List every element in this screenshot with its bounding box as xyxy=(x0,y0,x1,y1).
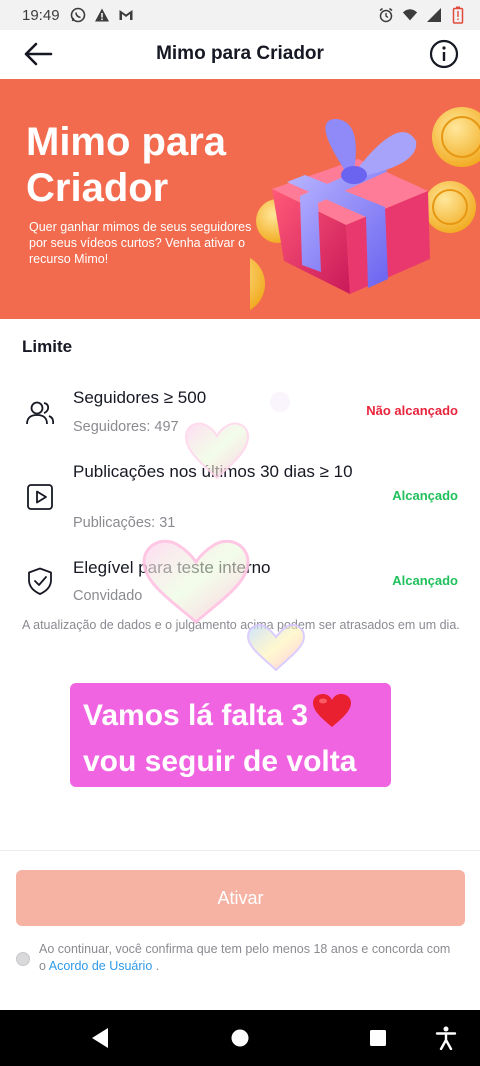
divider xyxy=(0,850,480,851)
sticker-line-1: Vamos lá falta 3 xyxy=(83,693,391,741)
status-time: 19:49 xyxy=(22,6,60,24)
heart-bubble xyxy=(142,539,250,625)
nav-back-button[interactable] xyxy=(86,1024,114,1052)
circle-home-icon xyxy=(231,1029,249,1047)
status-label: Alcançado xyxy=(392,573,458,588)
accessibility-button[interactable] xyxy=(432,1024,460,1052)
requirement-detail: Publicações: 31 xyxy=(73,515,176,531)
consent-text-after: . xyxy=(152,959,160,973)
promo-banner: Mimo para Criador Quer ganhar mimos de s… xyxy=(0,79,480,319)
red-heart-emoji xyxy=(312,693,352,741)
requirement-detail: Convidado xyxy=(73,588,143,604)
whatsapp-icon xyxy=(70,7,86,23)
triangle-back-icon xyxy=(92,1028,108,1048)
info-icon xyxy=(429,39,459,69)
arrow-left-icon xyxy=(24,42,53,66)
consent-text: Ao continuar, você confirma que tem pelo… xyxy=(16,941,456,975)
nav-home-button[interactable] xyxy=(226,1024,254,1052)
sticker-line-1-text: Vamos lá falta 3 xyxy=(83,698,309,732)
square-recents-icon xyxy=(370,1030,386,1046)
wifi-icon xyxy=(402,7,418,23)
status-label: Não alcançado xyxy=(366,403,458,418)
text-sticker: Vamos lá falta 3 vou seguir de volta xyxy=(70,683,391,787)
alarm-icon xyxy=(378,7,394,23)
app-bar: Mimo para Criador xyxy=(0,30,480,78)
followers-icon xyxy=(24,397,56,429)
status-label: Alcançado xyxy=(392,488,458,503)
consent-radio[interactable] xyxy=(16,952,30,966)
shield-check-icon xyxy=(24,565,56,597)
requirement-name: Elegível para teste interno xyxy=(73,558,271,577)
gmail-icon xyxy=(118,7,134,23)
age-consent: Ao continuar, você confirma que tem pelo… xyxy=(16,941,456,975)
nav-recents-button[interactable] xyxy=(364,1024,392,1052)
data-delay-note: A atualização de dados e o julgamento ac… xyxy=(22,618,460,632)
status-bar: 19:49 xyxy=(0,0,480,30)
page-title: Mimo para Criador xyxy=(156,43,324,64)
activate-button[interactable]: Ativar xyxy=(16,870,465,926)
video-icon xyxy=(24,481,56,513)
signal-icon xyxy=(426,7,442,23)
battery-low-icon xyxy=(450,6,466,24)
section-title-limits: Limite xyxy=(22,337,73,356)
requirement-detail: Seguidores: 497 xyxy=(73,419,179,435)
requirement-name: Seguidores ≥ 500 xyxy=(73,388,207,407)
banner-subtitle: Quer ganhar mimos de seus seguidores por… xyxy=(29,220,252,266)
gift-illustration xyxy=(250,107,480,310)
requirement-name: Publicações nos últimos 30 dias ≥ 10 xyxy=(73,462,353,481)
info-button[interactable] xyxy=(428,38,460,70)
user-agreement-link[interactable]: Acordo de Usuário xyxy=(49,959,153,973)
warning-icon xyxy=(94,7,110,23)
accessibility-icon xyxy=(435,1026,457,1050)
system-nav-bar xyxy=(0,1010,480,1066)
banner-title: Mimo para Criador xyxy=(26,120,227,210)
sticker-line-2: vou seguir de volta xyxy=(83,745,357,778)
back-button[interactable] xyxy=(20,38,56,70)
